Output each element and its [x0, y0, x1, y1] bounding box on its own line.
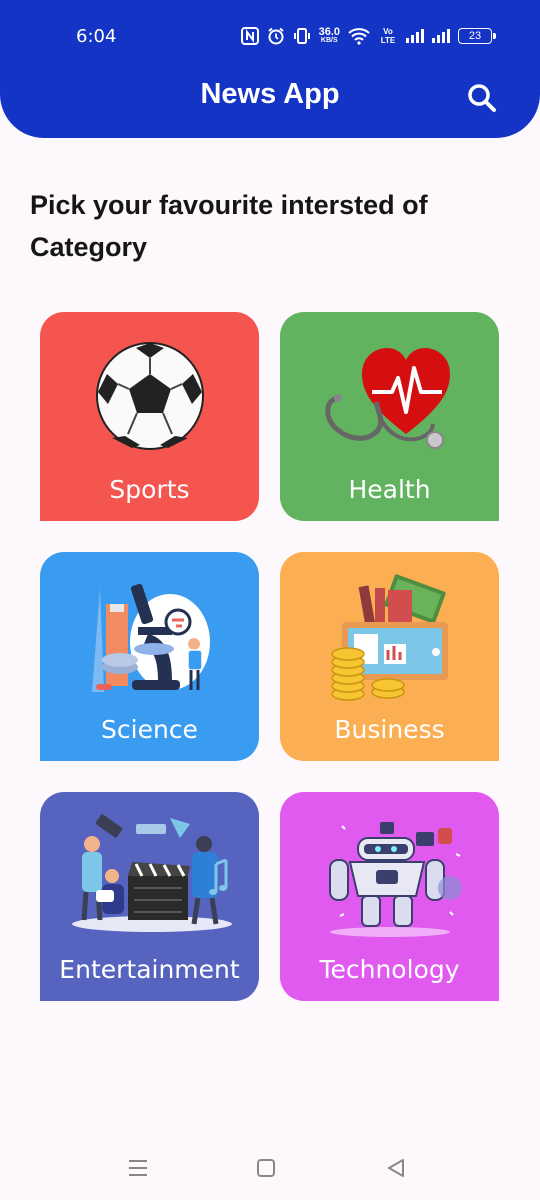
category-card-business[interactable]: Business	[280, 552, 499, 761]
signal-icon-1	[406, 29, 424, 43]
category-label: Health	[348, 475, 431, 504]
category-card-science[interactable]: Science	[40, 552, 259, 761]
coins-tablet-icon	[331, 574, 448, 701]
network-speed: 36.0 KB/S	[319, 27, 340, 45]
heart-stethoscope-icon	[325, 348, 450, 449]
robot-icon	[329, 822, 462, 937]
battery-level: 23	[468, 30, 482, 42]
category-card-health[interactable]: Health	[280, 312, 499, 521]
microscope-lab-icon	[92, 583, 210, 692]
category-card-entertainment[interactable]: Entertainment	[40, 792, 259, 1001]
speed-unit: KB/S	[320, 37, 338, 44]
signal-icon-2	[432, 29, 450, 43]
status-bar: 6:04 36.0 KB/S Vo LTE 23	[0, 0, 540, 72]
category-label: Entertainment	[59, 955, 240, 984]
category-label: Technology	[319, 955, 460, 984]
nfc-icon	[240, 27, 259, 45]
volte-badge: Vo LTE	[380, 27, 396, 45]
search-button[interactable]	[462, 78, 502, 118]
clapperboard-music-icon	[72, 814, 232, 932]
category-label: Sports	[109, 475, 190, 504]
system-nav-bar	[0, 1136, 540, 1200]
back-triangle-icon	[388, 1159, 404, 1177]
category-card-technology[interactable]: Technology	[280, 792, 499, 1001]
category-card-sports[interactable]: Sports	[40, 312, 259, 521]
status-time: 6:04	[76, 26, 117, 47]
alarm-icon	[267, 27, 284, 45]
app-bar: 6:04 36.0 KB/S Vo LTE 23 News App	[0, 0, 540, 138]
home-button[interactable]	[254, 1156, 278, 1180]
wifi-icon	[348, 28, 370, 45]
battery-icon: 23	[458, 28, 496, 44]
app-title: News App	[200, 78, 340, 110]
category-label: Science	[101, 715, 198, 744]
category-label: Business	[334, 715, 445, 744]
soccer-ball-icon	[96, 342, 204, 450]
speed-value: 36.0	[318, 26, 340, 38]
page-heading: Pick your favourite intersted of Categor…	[30, 190, 428, 262]
vibrate-icon	[293, 28, 310, 44]
menu-icon	[129, 1160, 147, 1176]
home-square-icon	[257, 1159, 275, 1177]
search-icon	[468, 84, 496, 112]
back-button[interactable]	[384, 1156, 408, 1180]
status-icons: 36.0 KB/S Vo LTE 23	[240, 24, 496, 48]
menu-button[interactable]	[126, 1156, 150, 1180]
